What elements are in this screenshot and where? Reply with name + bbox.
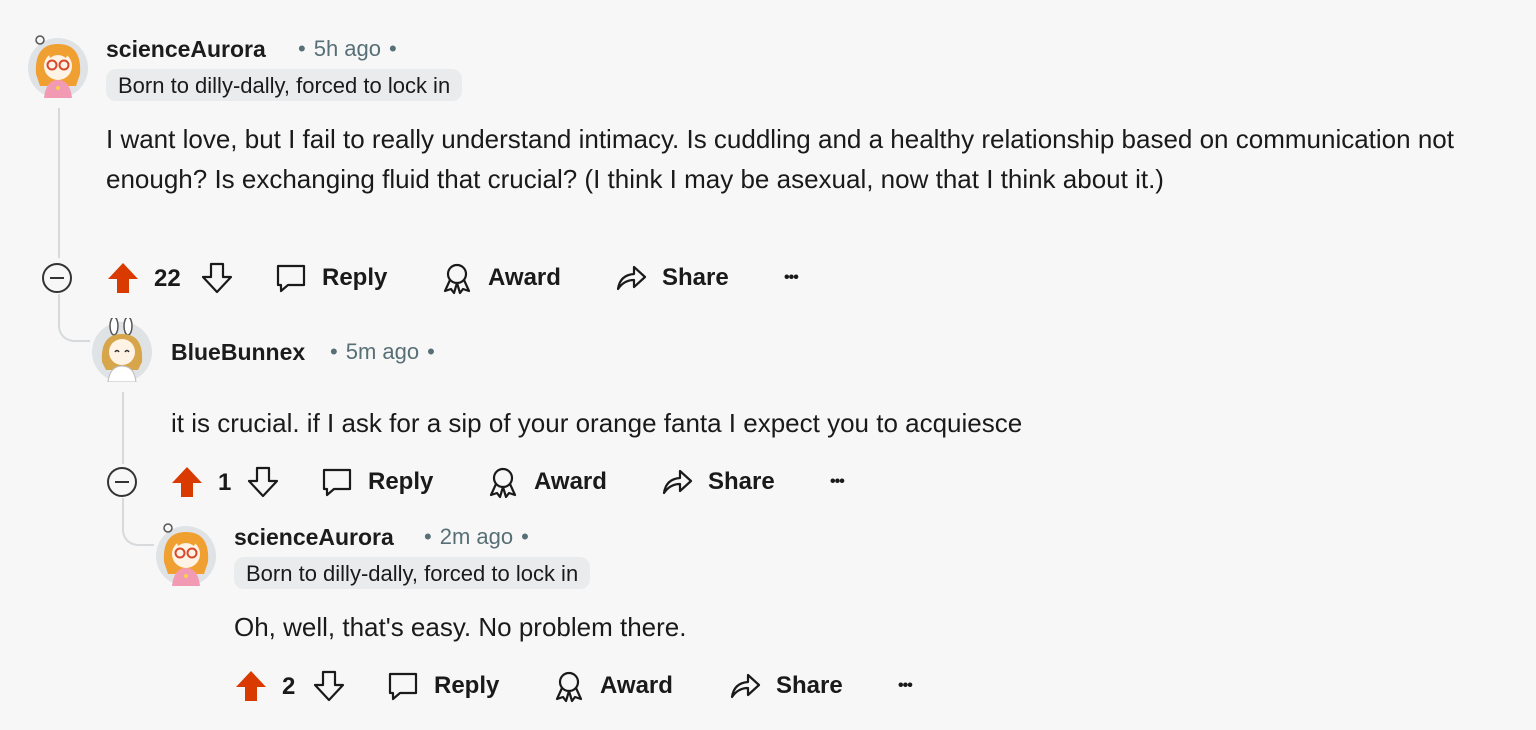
comment-body: Oh, well, that's easy. No problem there.	[234, 612, 687, 642]
comment-meta: • 5m ago •	[330, 339, 435, 364]
comment-action-bar: 1 Reply Award Share •••	[170, 462, 870, 502]
downvote-icon	[313, 670, 345, 702]
downvote-icon	[201, 262, 233, 294]
upvote-icon	[108, 263, 138, 293]
comment-meta: • 5h ago •	[298, 36, 397, 61]
comment-action-bar: 2 Reply Award Share •••	[234, 666, 934, 706]
reply-label: Reply	[322, 264, 388, 291]
user-avatar-icon	[28, 35, 88, 98]
timestamp: 2m ago	[439, 524, 514, 549]
timestamp: 5h ago	[313, 36, 381, 61]
upvote-icon	[172, 467, 202, 497]
user-flair: Born to dilly-dally, forced to lock in	[106, 69, 463, 101]
timestamp: 5m ago	[345, 339, 420, 364]
upvote-button[interactable]	[106, 258, 140, 298]
downvote-button[interactable]	[246, 462, 280, 502]
share-icon	[662, 469, 693, 495]
share-label: Share	[776, 672, 843, 699]
thread-connector	[122, 510, 154, 546]
collapse-thread-button[interactable]	[42, 263, 72, 293]
reply-button[interactable]: Reply	[274, 258, 387, 298]
award-icon	[443, 263, 471, 295]
downvote-button[interactable]	[312, 666, 346, 706]
collapse-thread-button[interactable]	[107, 467, 137, 497]
more-options-button[interactable]: •••	[830, 464, 845, 500]
reply-label: Reply	[434, 672, 500, 699]
reply-button[interactable]: Reply	[386, 666, 499, 706]
more-options-button[interactable]: •••	[784, 260, 799, 296]
thread-line	[58, 108, 60, 258]
award-button[interactable]: Award	[440, 258, 561, 298]
user-avatar-icon	[156, 523, 216, 586]
thread-connector	[58, 312, 90, 342]
award-label: Award	[488, 264, 561, 291]
award-icon	[489, 467, 517, 499]
share-button[interactable]: Share	[660, 462, 775, 502]
comment-icon	[388, 672, 418, 701]
upvote-icon	[236, 671, 266, 701]
comment-icon	[322, 468, 352, 497]
comment-body: I want love, but I fail to really unders…	[106, 124, 1454, 194]
vote-score: 22	[154, 265, 181, 292]
downvote-button[interactable]	[200, 258, 234, 298]
vote-score: 2	[282, 673, 296, 700]
avatar[interactable]	[90, 316, 154, 383]
share-icon	[730, 673, 761, 699]
reply-button[interactable]: Reply	[320, 462, 433, 502]
share-button[interactable]: Share	[614, 258, 729, 298]
username[interactable]: scienceAurora	[234, 524, 394, 551]
upvote-button[interactable]	[170, 462, 204, 502]
comment-icon	[276, 264, 306, 293]
user-flair: Born to dilly-dally, forced to lock in	[234, 557, 591, 589]
vote-score: 1	[218, 469, 232, 496]
award-label: Award	[534, 468, 607, 495]
username[interactable]: scienceAurora	[106, 36, 266, 63]
share-label: Share	[662, 264, 729, 291]
comment-body: it is crucial. if I ask for a sip of you…	[171, 408, 1023, 438]
award-button[interactable]: Award	[552, 666, 673, 706]
share-icon	[616, 265, 647, 291]
comment-action-bar: 22 Reply Award Share •••	[106, 258, 826, 298]
award-button[interactable]: Award	[486, 462, 607, 502]
avatar[interactable]	[26, 34, 90, 98]
share-label: Share	[708, 468, 775, 495]
username[interactable]: BlueBunnex	[171, 339, 305, 366]
award-icon	[555, 671, 583, 703]
more-options-button[interactable]: •••	[898, 668, 913, 704]
reply-label: Reply	[368, 468, 434, 495]
avatar[interactable]	[154, 522, 218, 586]
award-label: Award	[600, 672, 673, 699]
user-avatar-icon	[92, 316, 152, 383]
thread-line	[122, 392, 124, 464]
downvote-icon	[247, 466, 279, 498]
upvote-button[interactable]	[234, 666, 268, 706]
comment-meta: • 2m ago •	[424, 524, 529, 549]
share-button[interactable]: Share	[728, 666, 843, 706]
